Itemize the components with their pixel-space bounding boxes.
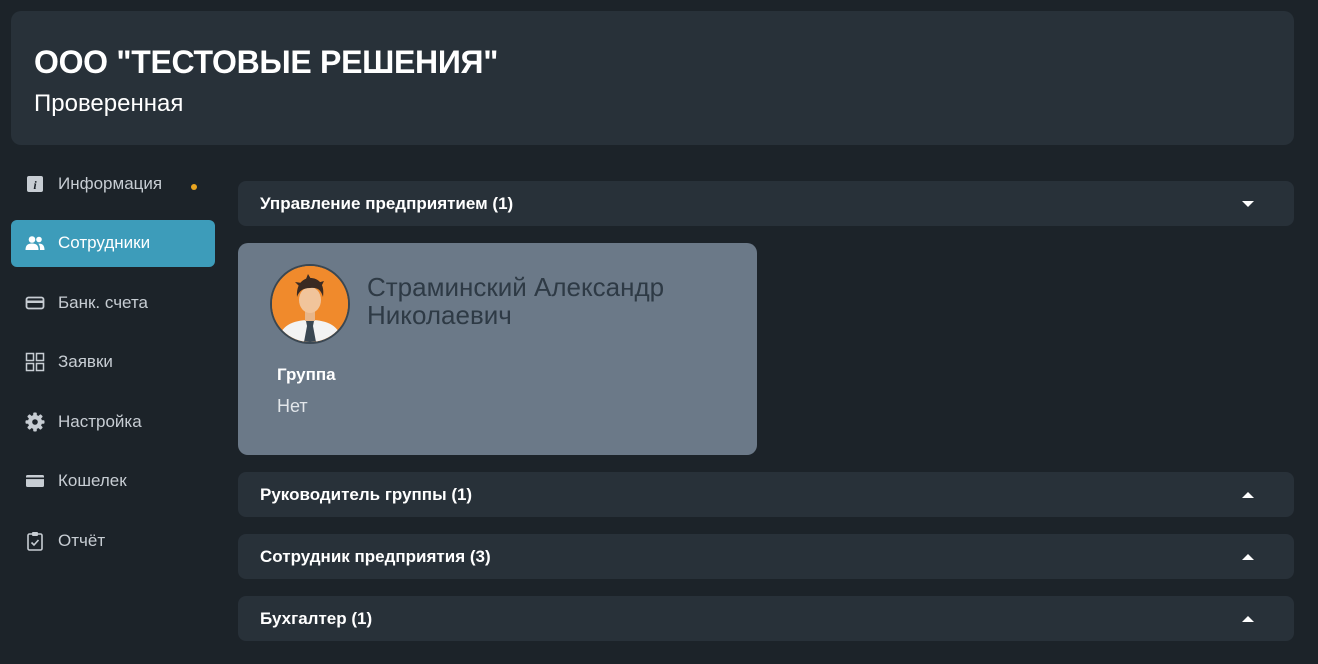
sidebar-item-info[interactable]: i Информация [11, 160, 215, 207]
company-status: Проверенная [34, 90, 184, 117]
sidebar-item-report[interactable]: Отчёт [11, 518, 215, 565]
sidebar-item-label: Сотрудники [58, 233, 151, 253]
section-title: Руководитель группы (1) [260, 484, 473, 504]
section-group-leader[interactable]: Руководитель группы (1) [238, 472, 1294, 517]
info-icon: i [25, 174, 45, 194]
section-accountant[interactable]: Бухгалтер (1) [238, 596, 1294, 641]
sidebar-item-label: Настройка [58, 411, 142, 431]
chevron-up-icon[interactable] [1242, 553, 1254, 560]
gear-icon [25, 412, 45, 432]
sidebar-item-settings[interactable]: Настройка [11, 398, 215, 445]
sidebar-item-employees[interactable]: Сотрудники [11, 219, 215, 267]
sidebar-item-bank-accounts[interactable]: Банк. счета [11, 279, 215, 326]
card-icon [25, 293, 45, 313]
section-employee[interactable]: Сотрудник предприятия (3) [238, 534, 1294, 579]
section-management[interactable]: Управление предприятием (1) [238, 181, 1294, 226]
sidebar-item-label: Банк. счета [58, 292, 148, 312]
section-title: Бухгалтер (1) [260, 608, 373, 628]
company-header: ООО "ТЕСТОВЫЕ РЕШЕНИЯ" Проверенная [11, 11, 1294, 145]
employee-card[interactable]: Страминский Александр Николаевич Группа … [238, 243, 757, 455]
sidebar-item-label: Отчёт [58, 531, 106, 551]
company-title: ООО "ТЕСТОВЫЕ РЕШЕНИЯ" [34, 44, 499, 80]
person-avatar-icon [270, 264, 350, 344]
chevron-up-icon[interactable] [1242, 491, 1254, 498]
chevron-down-icon[interactable] [1242, 200, 1254, 207]
group-label: Группа [277, 365, 336, 384]
section-title: Управление предприятием (1) [260, 193, 514, 213]
section-title: Сотрудник предприятия (3) [260, 546, 491, 566]
group-value: Нет [277, 396, 308, 416]
notification-dot [191, 184, 197, 190]
apps-grid-icon [25, 352, 45, 372]
users-icon [25, 233, 45, 253]
wallet-icon [25, 471, 45, 491]
clipboard-icon [25, 531, 45, 551]
sidebar: i Информация Сотрудники Банк. счета Заяв… [11, 160, 215, 577]
sidebar-item-requests[interactable]: Заявки [11, 339, 215, 386]
sidebar-item-wallet[interactable]: Кошелек [11, 458, 215, 505]
chevron-up-icon[interactable] [1242, 615, 1254, 622]
sidebar-item-label: Информация [58, 173, 163, 193]
employee-name: Страминский Александр Николаевич [367, 272, 665, 330]
sidebar-item-label: Кошелек [58, 471, 127, 491]
sidebar-item-label: Заявки [58, 352, 113, 372]
